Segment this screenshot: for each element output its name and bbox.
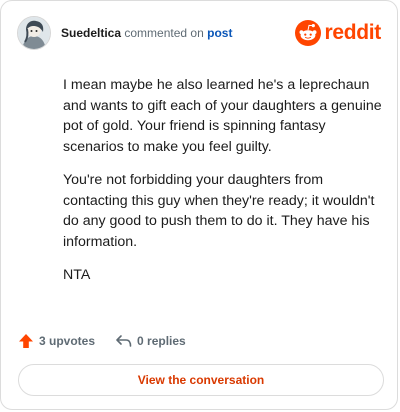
reply-arrow-icon [116,335,132,347]
upvote-arrow-icon [19,334,33,348]
comment-actions: 3 upvotes 0 replies [18,331,186,351]
view-conversation-button[interactable]: View the conversation [18,364,384,396]
reply-button[interactable]: 0 replies [115,334,186,348]
comment-meta: Suedeltica commented on post [61,25,232,41]
user-avatar[interactable] [17,16,51,50]
embedded-comment-card: Suedeltica commented on post reddit I me… [0,0,398,410]
comment-header: Suedeltica commented on post reddit [17,16,381,50]
post-link[interactable]: post [207,26,232,40]
reply-count: 0 replies [137,334,186,348]
comment-body: I mean maybe he also learned he's a lepr… [63,75,383,299]
commented-on-text: commented on [124,26,204,40]
reddit-wordmark: reddit [324,21,381,44]
upvote-button[interactable]: 3 upvotes [18,333,95,349]
reddit-logo[interactable]: reddit [295,20,381,46]
reddit-snoo-icon [295,20,322,46]
comment-paragraph: NTA [63,267,91,283]
username-link[interactable]: Suedeltica [61,26,121,40]
upvote-count: 3 upvotes [39,334,96,348]
avatar-illustration [18,17,50,49]
comment-paragraph: You're not forbidding your daughters fro… [63,172,375,250]
comment-paragraph: I mean maybe he also learned he's a lepr… [63,77,382,155]
